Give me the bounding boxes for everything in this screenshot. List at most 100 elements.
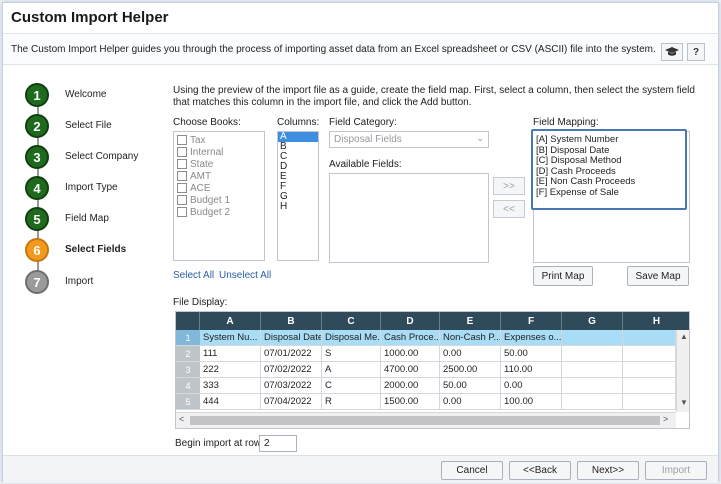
print-map-button[interactable]: Print Map [533, 266, 593, 286]
field-category-dropdown[interactable]: Disposal Fields ⌄ [329, 131, 489, 148]
unselect-all-link[interactable]: Unselect All [219, 270, 271, 281]
step-select-file: 2 Select File [25, 114, 165, 140]
checkbox-icon[interactable] [177, 195, 187, 205]
mapping-item[interactable]: [C] Disposal Method [536, 155, 682, 167]
row-number: 1 [176, 330, 200, 346]
table-row[interactable]: 4 333 07/03/2022 C 2000.00 50.00 0.00 [176, 378, 676, 394]
table-cell: 333 [200, 378, 261, 394]
book-checkbox-budget-2[interactable]: Budget 2 [177, 206, 263, 218]
table-row[interactable]: 1 System Nu... Disposal Date Disposal Me… [176, 330, 676, 346]
checkbox-icon[interactable] [177, 207, 187, 217]
available-fields-list[interactable] [329, 173, 489, 263]
table-cell: Non-Cash P... [440, 330, 501, 346]
row-number: 3 [176, 362, 200, 378]
table-cell: S [322, 346, 381, 362]
checkbox-icon[interactable] [177, 183, 187, 193]
book-checkbox-amt[interactable]: AMT [177, 170, 263, 182]
column-header-b[interactable]: B [261, 312, 322, 330]
wizard-steps: 1 Welcome 2 Select File 3 Select Company… [25, 83, 155, 303]
book-checkbox-ace[interactable]: ACE [177, 182, 263, 194]
table-cell: 4700.00 [381, 362, 440, 378]
chevron-down-icon[interactable]: ⌄ [476, 133, 484, 144]
graduation-cap-icon[interactable] [661, 43, 683, 61]
description-text: The Custom Import Helper guides you thro… [11, 44, 656, 55]
book-label: Budget 2 [190, 206, 231, 218]
checkbox-icon[interactable] [177, 171, 187, 181]
field-mapping-label: Field Mapping: [533, 117, 599, 128]
remove-field-button[interactable]: << [493, 200, 525, 218]
select-all-link[interactable]: Select All [173, 270, 214, 281]
table-cell [623, 346, 676, 362]
book-checkbox-internal[interactable]: Internal [177, 146, 263, 158]
field-mapping-highlight: [A] System Number [B] Disposal Date [C] … [531, 129, 687, 210]
table-cell: Cash Proce... [381, 330, 440, 346]
checkbox-icon[interactable] [177, 147, 187, 157]
step-number: 4 [25, 176, 49, 200]
table-cell: 07/01/2022 [261, 346, 322, 362]
mapping-item[interactable]: [A] System Number [536, 134, 682, 146]
table-cell [562, 378, 623, 394]
field-category-value: Disposal Fields [334, 134, 402, 145]
column-header-e[interactable]: E [440, 312, 501, 330]
column-header-d[interactable]: D [381, 312, 440, 330]
column-header-g[interactable]: G [562, 312, 623, 330]
file-display-label: File Display: [173, 297, 228, 308]
book-checkbox-budget-1[interactable]: Budget 1 [177, 194, 263, 206]
columns-list[interactable]: A B C D E F G H [277, 131, 319, 261]
file-display-grid[interactable]: A B C D E F G H 1 System Nu... Disposal … [175, 311, 690, 429]
table-cell [562, 330, 623, 346]
mapping-item[interactable]: [E] Non Cash Proceeds [536, 176, 682, 188]
step-number: 7 [25, 270, 49, 294]
grid-header: A B C D E F G H [176, 312, 689, 330]
table-cell: 0.00 [440, 394, 501, 410]
book-label: Tax [190, 134, 206, 146]
column-header-h[interactable]: H [623, 312, 689, 330]
book-checkbox-state[interactable]: State [177, 158, 263, 170]
table-row[interactable]: 3 222 07/02/2022 A 4700.00 2500.00 110.0… [176, 362, 676, 378]
scroll-left-icon[interactable]: < [179, 414, 184, 424]
table-row[interactable]: 5 444 07/04/2022 R 1500.00 0.00 100.00 [176, 394, 676, 410]
cancel-button[interactable]: Cancel [441, 461, 503, 480]
scroll-up-icon[interactable]: ▲ [677, 332, 689, 344]
field-category-label: Field Category: [329, 117, 397, 128]
add-field-button[interactable]: >> [493, 177, 525, 195]
column-header-f[interactable]: F [501, 312, 562, 330]
begin-import-row-input[interactable]: 2 [259, 435, 297, 452]
scrollbar-thumb[interactable] [190, 416, 660, 425]
help-button[interactable]: ? [687, 43, 705, 61]
column-header-c[interactable]: C [322, 312, 381, 330]
next-button[interactable]: Next>> [577, 461, 639, 480]
table-cell: 222 [200, 362, 261, 378]
table-cell: 07/02/2022 [261, 362, 322, 378]
row-number: 4 [176, 378, 200, 394]
book-label: Internal [190, 146, 224, 158]
vertical-scrollbar[interactable]: ▲ ▼ [676, 330, 689, 412]
available-fields-label: Available Fields: [329, 159, 402, 170]
step-number: 1 [25, 83, 49, 107]
footer-bar: Cancel <<Back Next>> Import [3, 455, 718, 483]
book-label: Budget 1 [190, 194, 231, 206]
table-cell [623, 394, 676, 410]
scroll-down-icon[interactable]: ▼ [677, 398, 689, 410]
scroll-right-icon[interactable]: > [663, 414, 668, 424]
column-header-a[interactable]: A [200, 312, 261, 330]
horizontal-scrollbar[interactable]: < > [176, 412, 676, 428]
save-map-button[interactable]: Save Map [627, 266, 689, 286]
table-cell: System Nu... [200, 330, 261, 346]
mapping-item[interactable]: [F] Expense of Sale [536, 187, 682, 199]
import-button[interactable]: Import [645, 461, 707, 480]
column-item-h[interactable]: H [278, 202, 318, 212]
step-number: 6 [25, 238, 49, 262]
back-button[interactable]: <<Back [509, 461, 571, 480]
book-label: ACE [190, 182, 211, 194]
step-label: Select File [65, 120, 112, 131]
step-welcome: 1 Welcome [25, 83, 165, 109]
book-checkbox-tax[interactable]: Tax [177, 134, 263, 146]
table-cell: 1000.00 [381, 346, 440, 362]
step-label: Welcome [65, 89, 107, 100]
checkbox-icon[interactable] [177, 159, 187, 169]
table-row[interactable]: 2 111 07/01/2022 S 1000.00 0.00 50.00 [176, 346, 676, 362]
table-cell: 0.00 [501, 378, 562, 394]
table-cell: 0.00 [440, 346, 501, 362]
checkbox-icon[interactable] [177, 135, 187, 145]
